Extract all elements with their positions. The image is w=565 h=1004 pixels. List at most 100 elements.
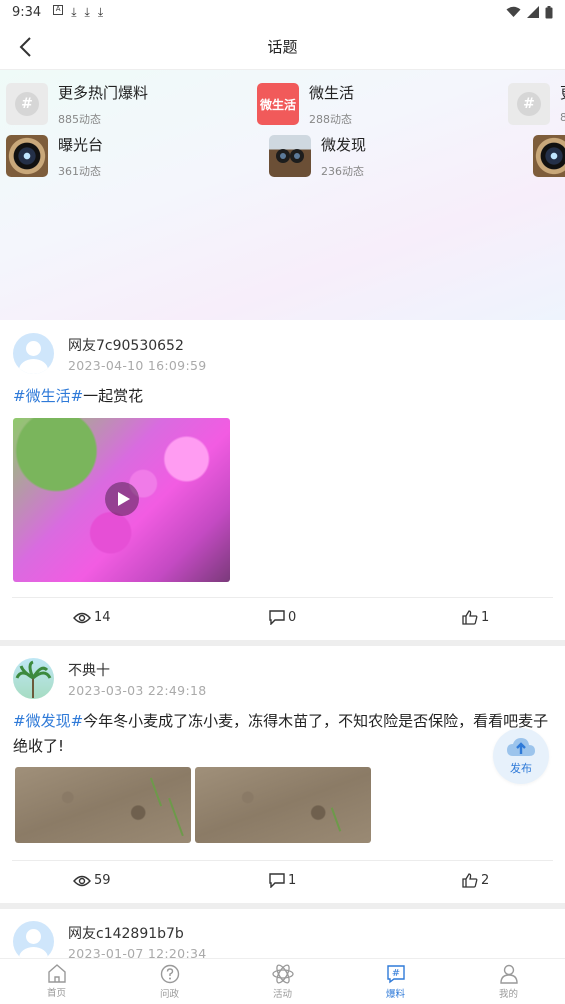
- comment-icon: [269, 873, 285, 888]
- likes-count: 2: [481, 873, 490, 888]
- hash-icon: #: [6, 83, 48, 125]
- chevron-left-icon: [19, 37, 31, 57]
- avatar[interactable]: [13, 921, 54, 958]
- topic-count: 236动态: [321, 165, 364, 178]
- comment-button[interactable]: 0: [269, 610, 296, 625]
- nav-item-mine[interactable]: 我的: [452, 959, 565, 1004]
- topic-name: 微发现: [321, 136, 367, 154]
- hash-tag-icon: #: [386, 964, 405, 983]
- topic-count: 885动态: [58, 113, 101, 126]
- topic-count: 361动态: [58, 165, 101, 178]
- download-icon: ⤓: [97, 4, 104, 19]
- topic-tag[interactable]: #微生活#: [13, 387, 83, 405]
- like-button[interactable]: 1: [462, 610, 489, 625]
- topic-item-baoguangtai[interactable]: 曝光台 361动态: [6, 135, 103, 179]
- app-header: 话题: [0, 24, 565, 70]
- home-icon: [47, 964, 66, 983]
- divider: [12, 597, 553, 598]
- post-time: 2023-04-10 16:09:59: [68, 358, 207, 373]
- post-video-thumbnail[interactable]: [13, 418, 230, 582]
- battery-icon: [545, 5, 553, 18]
- bottom-nav: 首页 问政 活动 # 爆料 我的: [0, 958, 565, 1004]
- nav-label: 问政: [159, 988, 179, 1000]
- post-body: 一起赏花: [83, 387, 144, 405]
- post-time: 2023-03-03 22:49:18: [68, 683, 207, 698]
- views-count: 14: [94, 610, 111, 625]
- binoculars-icon: [269, 135, 311, 177]
- nav-item-home[interactable]: 首页: [0, 959, 113, 1004]
- nav-item-baoliao[interactable]: # 爆料: [339, 959, 452, 1004]
- publish-button[interactable]: 发布: [493, 728, 549, 784]
- camera-lens-icon: [533, 135, 565, 177]
- nav-item-wenzheng[interactable]: 问政: [113, 959, 226, 1004]
- nav-label: 爆料: [385, 988, 405, 1000]
- eye-icon: [73, 875, 91, 886]
- camera-lens-icon: [6, 135, 48, 177]
- comments-count: 0: [288, 610, 297, 625]
- views-stat[interactable]: 14: [73, 610, 111, 625]
- post-username[interactable]: 网友7c90530652: [68, 335, 184, 355]
- eye-icon: [73, 612, 91, 623]
- post-card: 不典十 2023-03-03 22:49:18 #微发现#今年冬小麦成了冻小麦，…: [0, 646, 565, 903]
- topic-name: 微生活: [309, 84, 355, 102]
- topics-panel: # 更多热门爆料 885动态 微生活 微生活 288动态 # 更 8 曝光台 3…: [0, 70, 565, 320]
- comments-count: 1: [288, 873, 297, 888]
- topic-name: 更: [560, 83, 565, 103]
- hash-icon: #: [508, 83, 550, 125]
- activity-atom-icon: [271, 963, 294, 984]
- thumbs-up-icon: [462, 610, 478, 625]
- download-icon: ⤓: [71, 4, 77, 19]
- topic-tag[interactable]: #微发现#: [13, 712, 83, 730]
- topic-item-partial[interactable]: # 更 8: [508, 83, 565, 125]
- play-icon[interactable]: [105, 482, 139, 516]
- topic-name: 更多热门爆料: [58, 84, 149, 102]
- page-title: 话题: [267, 38, 298, 56]
- topic-count: 288动态: [309, 113, 352, 126]
- status-notification-icons: A ⤓ ⤓ ⤓: [53, 4, 104, 20]
- comment-icon: [269, 610, 285, 625]
- user-icon: [499, 964, 518, 984]
- topic-item-weishenghuo[interactable]: 微生活 微生活 288动态: [257, 83, 354, 127]
- avatar[interactable]: [13, 333, 54, 374]
- avatar[interactable]: [13, 658, 54, 699]
- post-text[interactable]: #微发现#今年冬小麦成了冻小麦，冻得木苗了，不知农险是否保险，看看吧麦子绝收了!: [13, 709, 551, 759]
- topic-item-partial-lens[interactable]: [533, 135, 565, 177]
- post-image[interactable]: [15, 767, 191, 843]
- wifi-icon: [506, 6, 521, 17]
- nav-label: 活动: [272, 988, 292, 1000]
- post-username[interactable]: 不典十: [68, 660, 110, 680]
- download-icon: ⤓: [84, 4, 90, 19]
- comment-button[interactable]: 1: [269, 873, 296, 888]
- thumbs-up-icon: [462, 873, 478, 888]
- divider: [12, 860, 553, 861]
- like-button[interactable]: 2: [462, 873, 489, 888]
- post-image[interactable]: [195, 767, 371, 843]
- status-time: 9:34: [12, 4, 42, 20]
- svg-text:#: #: [391, 968, 399, 979]
- post-username[interactable]: 网友c142891b7b: [68, 923, 184, 943]
- topic-name: 曝光台: [58, 136, 104, 154]
- topic-item-weifaxian[interactable]: 微发现 236动态: [269, 135, 366, 179]
- post-body: 今年冬小麦成了冻小麦，冻得木苗了，不知农险是否保险，看看吧麦子绝收了!: [13, 712, 549, 755]
- views-stat[interactable]: 59: [73, 873, 111, 888]
- nav-label: 首页: [46, 988, 66, 999]
- likes-count: 1: [481, 610, 490, 625]
- weishenghuo-logo-icon: 微生活: [257, 83, 299, 125]
- nav-item-activity[interactable]: 活动: [226, 959, 339, 1004]
- post-text[interactable]: #微生活#一起赏花: [13, 384, 551, 409]
- publish-label: 发布: [510, 762, 532, 775]
- views-count: 59: [94, 873, 111, 888]
- topic-item-more-hot[interactable]: # 更多热门爆料 885动态: [6, 83, 148, 127]
- post-card: 网友7c90530652 2023-04-10 16:09:59 #微生活#一起…: [0, 321, 565, 640]
- status-system-icons: [506, 5, 553, 19]
- post-card: 网友c142891b7b 2023-01-07 12:20:34: [0, 909, 565, 958]
- signal-icon: [527, 6, 539, 18]
- post-actions: 59 1 2: [0, 873, 565, 897]
- nav-label: 我的: [498, 988, 518, 1000]
- notification-a-icon: A: [53, 4, 64, 15]
- topic-count: 8: [560, 111, 565, 124]
- status-bar: 9:34 A ⤓ ⤓ ⤓: [0, 0, 565, 24]
- post-time: 2023-01-07 12:20:34: [68, 946, 207, 958]
- post-actions: 14 0 1: [0, 610, 565, 634]
- back-button[interactable]: [10, 32, 40, 62]
